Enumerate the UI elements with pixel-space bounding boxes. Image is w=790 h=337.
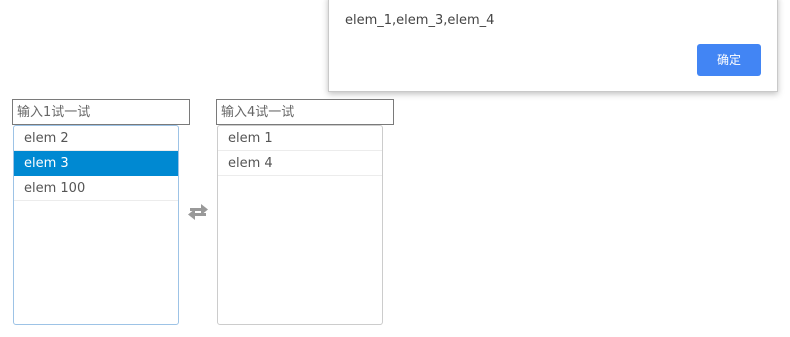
list-item[interactable]: elem 2 [14, 126, 178, 151]
right-listbox[interactable]: elem 1 elem 4 [217, 125, 383, 325]
right-filter-input[interactable] [216, 99, 394, 125]
list-item[interactable]: elem 1 [218, 126, 382, 151]
exchange-icon[interactable] [187, 203, 209, 221]
list-item-selected[interactable]: elem 3 [14, 151, 178, 176]
left-listbox[interactable]: elem 2 elem 3 elem 100 [13, 125, 179, 325]
ok-button[interactable]: 确定 [697, 44, 761, 76]
list-item[interactable]: elem 4 [218, 151, 382, 176]
alert-dialog: elem_1,elem_3,elem_4 确定 [328, 0, 778, 92]
left-filter-input[interactable] [12, 99, 190, 125]
list-item[interactable]: elem 100 [14, 176, 178, 201]
alert-message: elem_1,elem_3,elem_4 [345, 13, 495, 28]
